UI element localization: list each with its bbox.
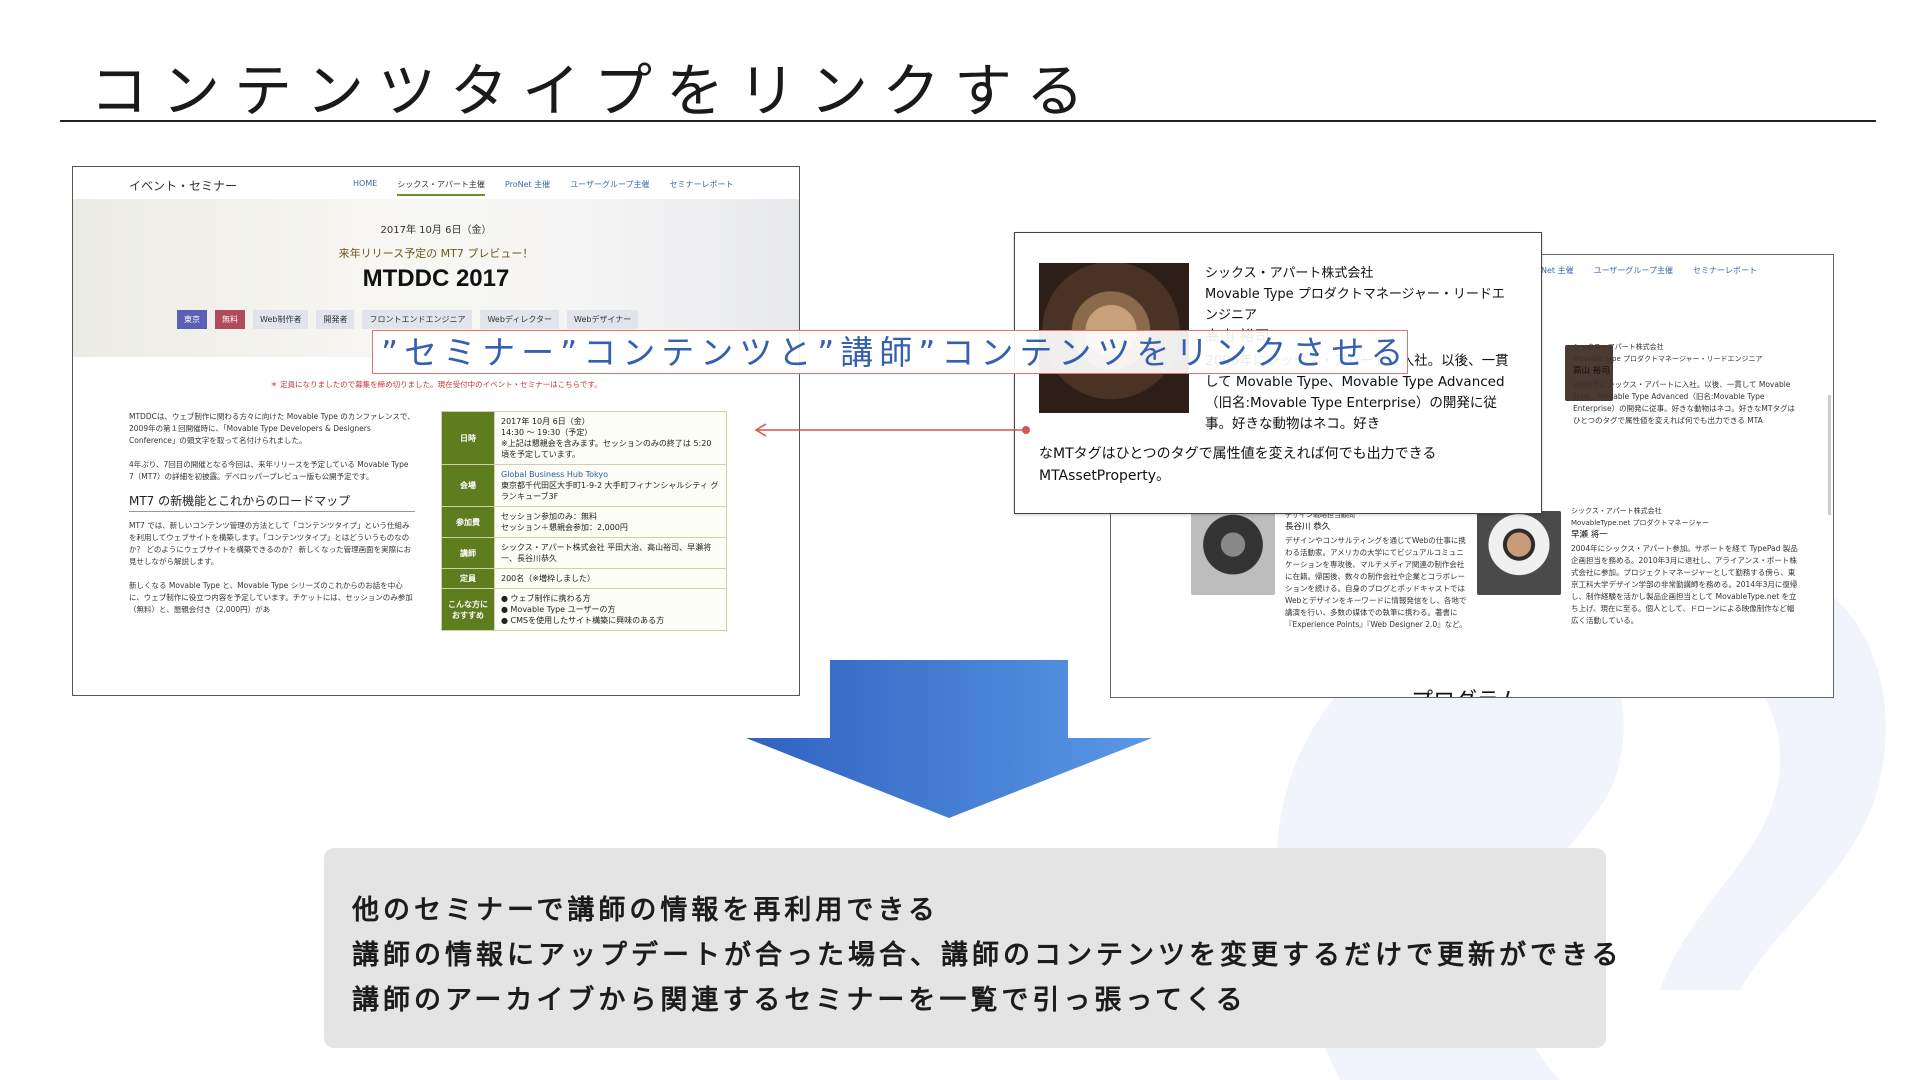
nav-sixapart[interactable]: シックス・アパート主催 xyxy=(397,179,485,196)
summary-box: 他のセミナーで講師の情報を再利用できる 講師の情報にアップデートが合った場合、講… xyxy=(324,848,1623,1048)
row-value: Global Business Hub Tokyo 東京都千代田区大手町1-9-… xyxy=(494,464,727,507)
scrollbar[interactable] xyxy=(1828,395,1831,515)
speaker-role: MovableType.net プロダクトマネージャー xyxy=(1571,519,1709,527)
tag-tokyo[interactable]: 東京 xyxy=(177,310,207,329)
summary-item: 講師のアーカイブから関連するセミナーを一覧で引っ張ってくる xyxy=(352,985,1247,1016)
row-line: ● ウェブ制作に携わる方 xyxy=(501,594,591,603)
row-value: セッション参加のみ：無料 セッション＋懇親会参加：2,000円 xyxy=(494,506,727,538)
event-date: 2017年 10月 6日（金） xyxy=(380,225,492,236)
row-label: 会場 xyxy=(441,464,495,507)
row-value: シックス・アパート株式会社 平田大治、高山裕司、早瀬将一、長谷川恭久 xyxy=(494,537,727,569)
speaker-name: 高山 裕司 xyxy=(1573,366,1610,376)
nav-pronet[interactable]: ProNet 主催 xyxy=(505,179,550,196)
event-lead: 来年リリース予定の MT7 プレビュー！ xyxy=(338,247,534,260)
row-line: ● Movable Type ユーザーの方 xyxy=(501,605,616,614)
nav-home[interactable]: HOME xyxy=(353,179,377,196)
row-label: こんな方におすすめ xyxy=(441,588,495,631)
speaker-bio-continued: なMTタグはひとつのタグで属性値を変えれば何でも出力できる MTAssetPro… xyxy=(1039,446,1437,484)
tag-director[interactable]: Webディレクター xyxy=(480,310,560,329)
program-heading: プログラム xyxy=(1411,683,1520,697)
speaker-card-hayase: シックス・アパート株式会社 MovableType.net プロダクトマネージャ… xyxy=(1571,505,1799,627)
description-paragraph: 4年ぶり、7回目の開催となる今回は、来年リリースを予定している Movable … xyxy=(129,460,409,481)
event-description: MTDDCは、ウェブ制作に関わる方々に向けた Movable Type のカンフ… xyxy=(129,411,415,628)
speaker-role: Movable Type プロダクトマネージャー・リードエンジニア xyxy=(1573,355,1763,363)
slide-title: コンテンツタイプをリンクする xyxy=(90,57,1099,125)
venue-link[interactable]: Global Business Hub Tokyo xyxy=(501,469,720,480)
summary-item: 他のセミナーで講師の情報を再利用できる xyxy=(352,895,939,926)
nav-usergroup[interactable]: ユーザーグループ主催 xyxy=(570,179,649,196)
table-row: 日時 2017年 10月 6日（金） 14:30 〜 19:30（予定） ※上記… xyxy=(441,411,727,465)
nav-report[interactable]: セミナーレポート xyxy=(1693,265,1757,276)
row-line: ● CMSを使用したサイト構築に興味のある方 xyxy=(501,616,665,625)
description-paragraph: MTDDCは、ウェブ制作に関わる方々に向けた Movable Type のカンフ… xyxy=(129,412,415,445)
speaker-card-takayama: シックス・アパート株式会社 Movable Type プロダクトマネージャー・リ… xyxy=(1573,341,1799,427)
tag-frontend[interactable]: フロントエンドエンジニア xyxy=(362,310,473,329)
row-label: 講師 xyxy=(441,537,495,569)
row-line: ※上記は懇親会を含みます。セッションのみの終了は 5:20 頃を予定しています。 xyxy=(501,439,712,459)
nav-pronet[interactable]: Net 主催 xyxy=(1541,265,1574,276)
speaker-page-nav: Net 主催 ユーザーグループ主催 セミナーレポート xyxy=(1541,265,1757,276)
speaker-company: シックス・アパート株式会社 xyxy=(1205,266,1374,281)
row-label: 日時 xyxy=(441,411,495,465)
tag-free[interactable]: 無料 xyxy=(215,310,245,329)
row-line: セッション＋懇親会参加：2,000円 xyxy=(501,523,628,532)
event-info-table: 日時 2017年 10月 6日（金） 14:30 〜 19:30（予定） ※上記… xyxy=(441,411,727,631)
table-row: こんな方におすすめ ● ウェブ制作に携わる方 ● Movable Type ユー… xyxy=(441,588,727,631)
row-value: 200名（※増枠しました） xyxy=(494,568,727,589)
speaker-company: シックス・アパート株式会社 xyxy=(1573,343,1664,351)
speaker-role: Movable Type プロダクトマネージャー・リードエンジニア xyxy=(1205,287,1505,323)
event-title: MTDDC 2017 xyxy=(362,265,510,292)
row-line: 東京都千代田区大手町1-9-2 大手町フィナンシャルシティ グランキューブ3F xyxy=(501,481,719,501)
row-value: 2017年 10月 6日（金） 14:30 〜 19:30（予定） ※上記は懇親… xyxy=(494,411,727,465)
table-row: 参加費 セッション参加のみ：無料 セッション＋懇親会参加：2,000円 xyxy=(441,506,727,538)
table-row: 定員 200名（※増枠しました） xyxy=(441,568,727,589)
description-paragraph: 新しくなる Movable Type と、Movable Type シリーズのこ… xyxy=(129,581,413,614)
row-line: 200名（※増枠しました） xyxy=(501,574,595,583)
row-line: 14:30 〜 19:30（予定） xyxy=(501,428,593,437)
summary-item: 講師の情報にアップデートが合った場合、講師のコンテンツを変更するだけで更新ができ… xyxy=(352,940,1623,971)
description-paragraph: MT7 では、新しいコンテンツ管理の方法として「コンテンツタイプ」という仕組みを… xyxy=(129,521,412,566)
nav-usergroup[interactable]: ユーザーグループ主催 xyxy=(1594,265,1673,276)
summary-list: 他のセミナーで講師の情報を再利用できる 講師の情報にアップデートが合った場合、講… xyxy=(324,848,1623,1023)
table-row: 会場 Global Business Hub Tokyo 東京都千代田区大手町1… xyxy=(441,464,727,507)
nav-report[interactable]: セミナーレポート xyxy=(670,179,734,196)
tag-web-creator[interactable]: Web制作者 xyxy=(253,310,309,329)
section-heading: MT7 の新機能とこれからのロードマップ xyxy=(129,495,415,512)
table-row: 講師 シックス・アパート株式会社 平田大治、高山裕司、早瀬将一、長谷川恭久 xyxy=(441,537,727,569)
row-line: セッション参加のみ：無料 xyxy=(501,512,597,521)
row-label: 参加費 xyxy=(441,506,495,538)
row-line: シックス・アパート株式会社 平田大治、高山裕司、早瀬将一、長谷川恭久 xyxy=(501,543,712,563)
link-annotation-label: ”セミナー”コンテンツと”講師”コンテンツをリンクさせる xyxy=(372,330,1408,374)
row-label: 定員 xyxy=(441,568,495,589)
seminar-page-screenshot: イベント・セミナー HOME シックス・アパート主催 ProNet 主催 ユーザ… xyxy=(72,166,800,696)
speaker-card-hasegawa: デザイン戦略担当顧問 長谷川 恭久 デザインやコンサルティングを通じてWebの仕… xyxy=(1191,509,1469,631)
tag-developer[interactable]: 開発者 xyxy=(316,310,355,329)
speaker-company: シックス・アパート株式会社 xyxy=(1571,507,1662,515)
event-tags: 東京 無料 Web制作者 開発者 フロントエンドエンジニア Webディレクター … xyxy=(177,310,639,329)
row-value: ● ウェブ制作に携わる方 ● Movable Type ユーザーの方 ● CMS… xyxy=(494,588,727,631)
speaker-photo xyxy=(1477,511,1561,595)
speaker-bio: 2006年にシックス・アパートに入社。以後、一貫して Movable Type、… xyxy=(1573,380,1795,425)
title-divider xyxy=(60,120,1876,122)
event-notice: ＊ 定員になりましたので募集を締め切りました。現在受付中のイベント・セミナーはこ… xyxy=(270,380,602,389)
down-arrow-icon xyxy=(746,660,1152,818)
site-nav: HOME シックス・アパート主催 ProNet 主催 ユーザーグループ主催 セミ… xyxy=(353,179,734,196)
tag-designer[interactable]: Webデザイナー xyxy=(567,310,639,329)
link-connector xyxy=(754,423,1030,437)
row-line: 2017年 10月 6日（金） xyxy=(501,417,590,426)
seminar-page-header: イベント・セミナー HOME シックス・アパート主催 ProNet 主催 ユーザ… xyxy=(73,167,799,199)
speaker-name: 早瀬 将一 xyxy=(1571,530,1608,540)
site-title: イベント・セミナー xyxy=(129,179,238,193)
speaker-bio: デザインやコンサルティングを通じてWebの仕事に携わる活動家。アメリカの大学にて… xyxy=(1285,536,1467,629)
speaker-name: 長谷川 恭久 xyxy=(1285,522,1331,532)
speaker-bio: 2004年にシックス・アパート参加。サポートを経て TypePad 製品企画担当… xyxy=(1571,544,1798,625)
